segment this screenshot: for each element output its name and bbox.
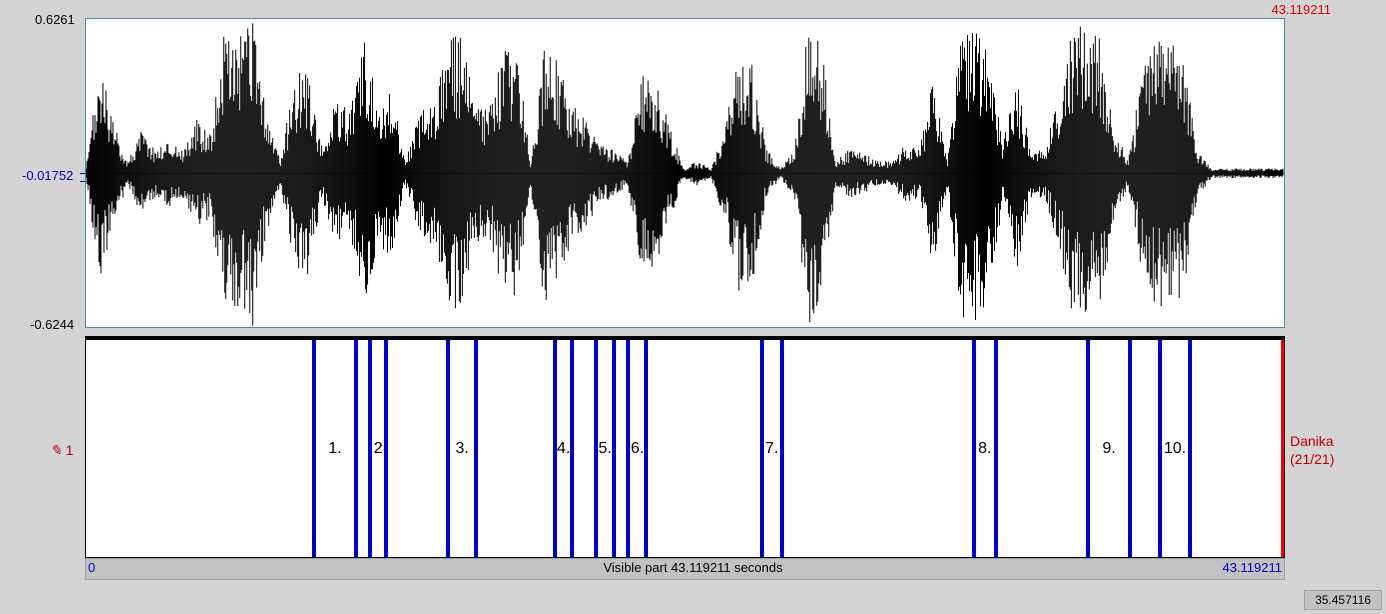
waveform-svg	[86, 19, 1284, 327]
segment-boundary[interactable]	[994, 340, 998, 557]
segment-boundary[interactable]	[1086, 340, 1090, 557]
waveform-ymin: -0.6244	[30, 317, 74, 332]
segment-label[interactable]: 10.	[1164, 440, 1186, 458]
segment-label[interactable]: 4.	[557, 440, 570, 458]
status-value-box: 35.457116	[1304, 590, 1382, 610]
segment-boundary[interactable]	[612, 340, 616, 557]
segment-boundary[interactable]	[760, 340, 764, 557]
segment-boundary[interactable]	[312, 340, 316, 557]
segment-label[interactable]: 1.	[328, 440, 341, 458]
waveform-ymax: 0.6261	[35, 12, 75, 27]
segment-label[interactable]: 9.	[1102, 440, 1115, 458]
segment-tier[interactable]: 1. 2 3. 4. 5. 6. 7. 8. 9. 10.	[85, 336, 1285, 558]
segment-boundary[interactable]	[1158, 340, 1162, 557]
segment-boundary[interactable]	[972, 340, 976, 557]
time-end: 43.119211	[1222, 560, 1282, 575]
segment-boundary[interactable]	[446, 340, 450, 557]
segment-boundary[interactable]	[1128, 340, 1132, 557]
segment-boundary[interactable]	[1188, 340, 1192, 557]
segment-label[interactable]: 6.	[631, 440, 644, 458]
app-root: 43.119211 0.6261 -0.01752 -0.6244 ✎ 1 1.…	[0, 0, 1386, 614]
tier-number-label: ✎ 1	[50, 442, 73, 460]
segment-label[interactable]: 3.	[456, 440, 469, 458]
segment-boundary[interactable]	[570, 340, 574, 557]
segment-boundary[interactable]	[368, 340, 372, 557]
waveform-pane[interactable]	[85, 18, 1285, 328]
segment-boundary[interactable]	[354, 340, 358, 557]
time-visible-label: Visible part 43.119211 seconds	[0, 560, 1386, 575]
segment-label[interactable]: 5.	[598, 440, 611, 458]
tier-right-label: Danika (21/21)	[1290, 432, 1334, 468]
waveform-ymid: -0.01752	[22, 168, 73, 183]
tier-body[interactable]: 1. 2 3. 4. 5. 6. 7. 8. 9. 10.	[86, 340, 1284, 557]
segment-label[interactable]: 7.	[765, 440, 778, 458]
segment-label[interactable]: 8.	[978, 440, 991, 458]
total-duration-label: 43.119211	[1271, 2, 1331, 17]
segment-boundary[interactable]	[644, 340, 648, 557]
segment-boundary[interactable]	[780, 340, 784, 557]
segment-boundary[interactable]	[384, 340, 388, 557]
tier-selection-cursor[interactable]	[1281, 340, 1284, 557]
segment-label[interactable]: 2	[374, 440, 383, 458]
segment-boundary[interactable]	[474, 340, 478, 557]
